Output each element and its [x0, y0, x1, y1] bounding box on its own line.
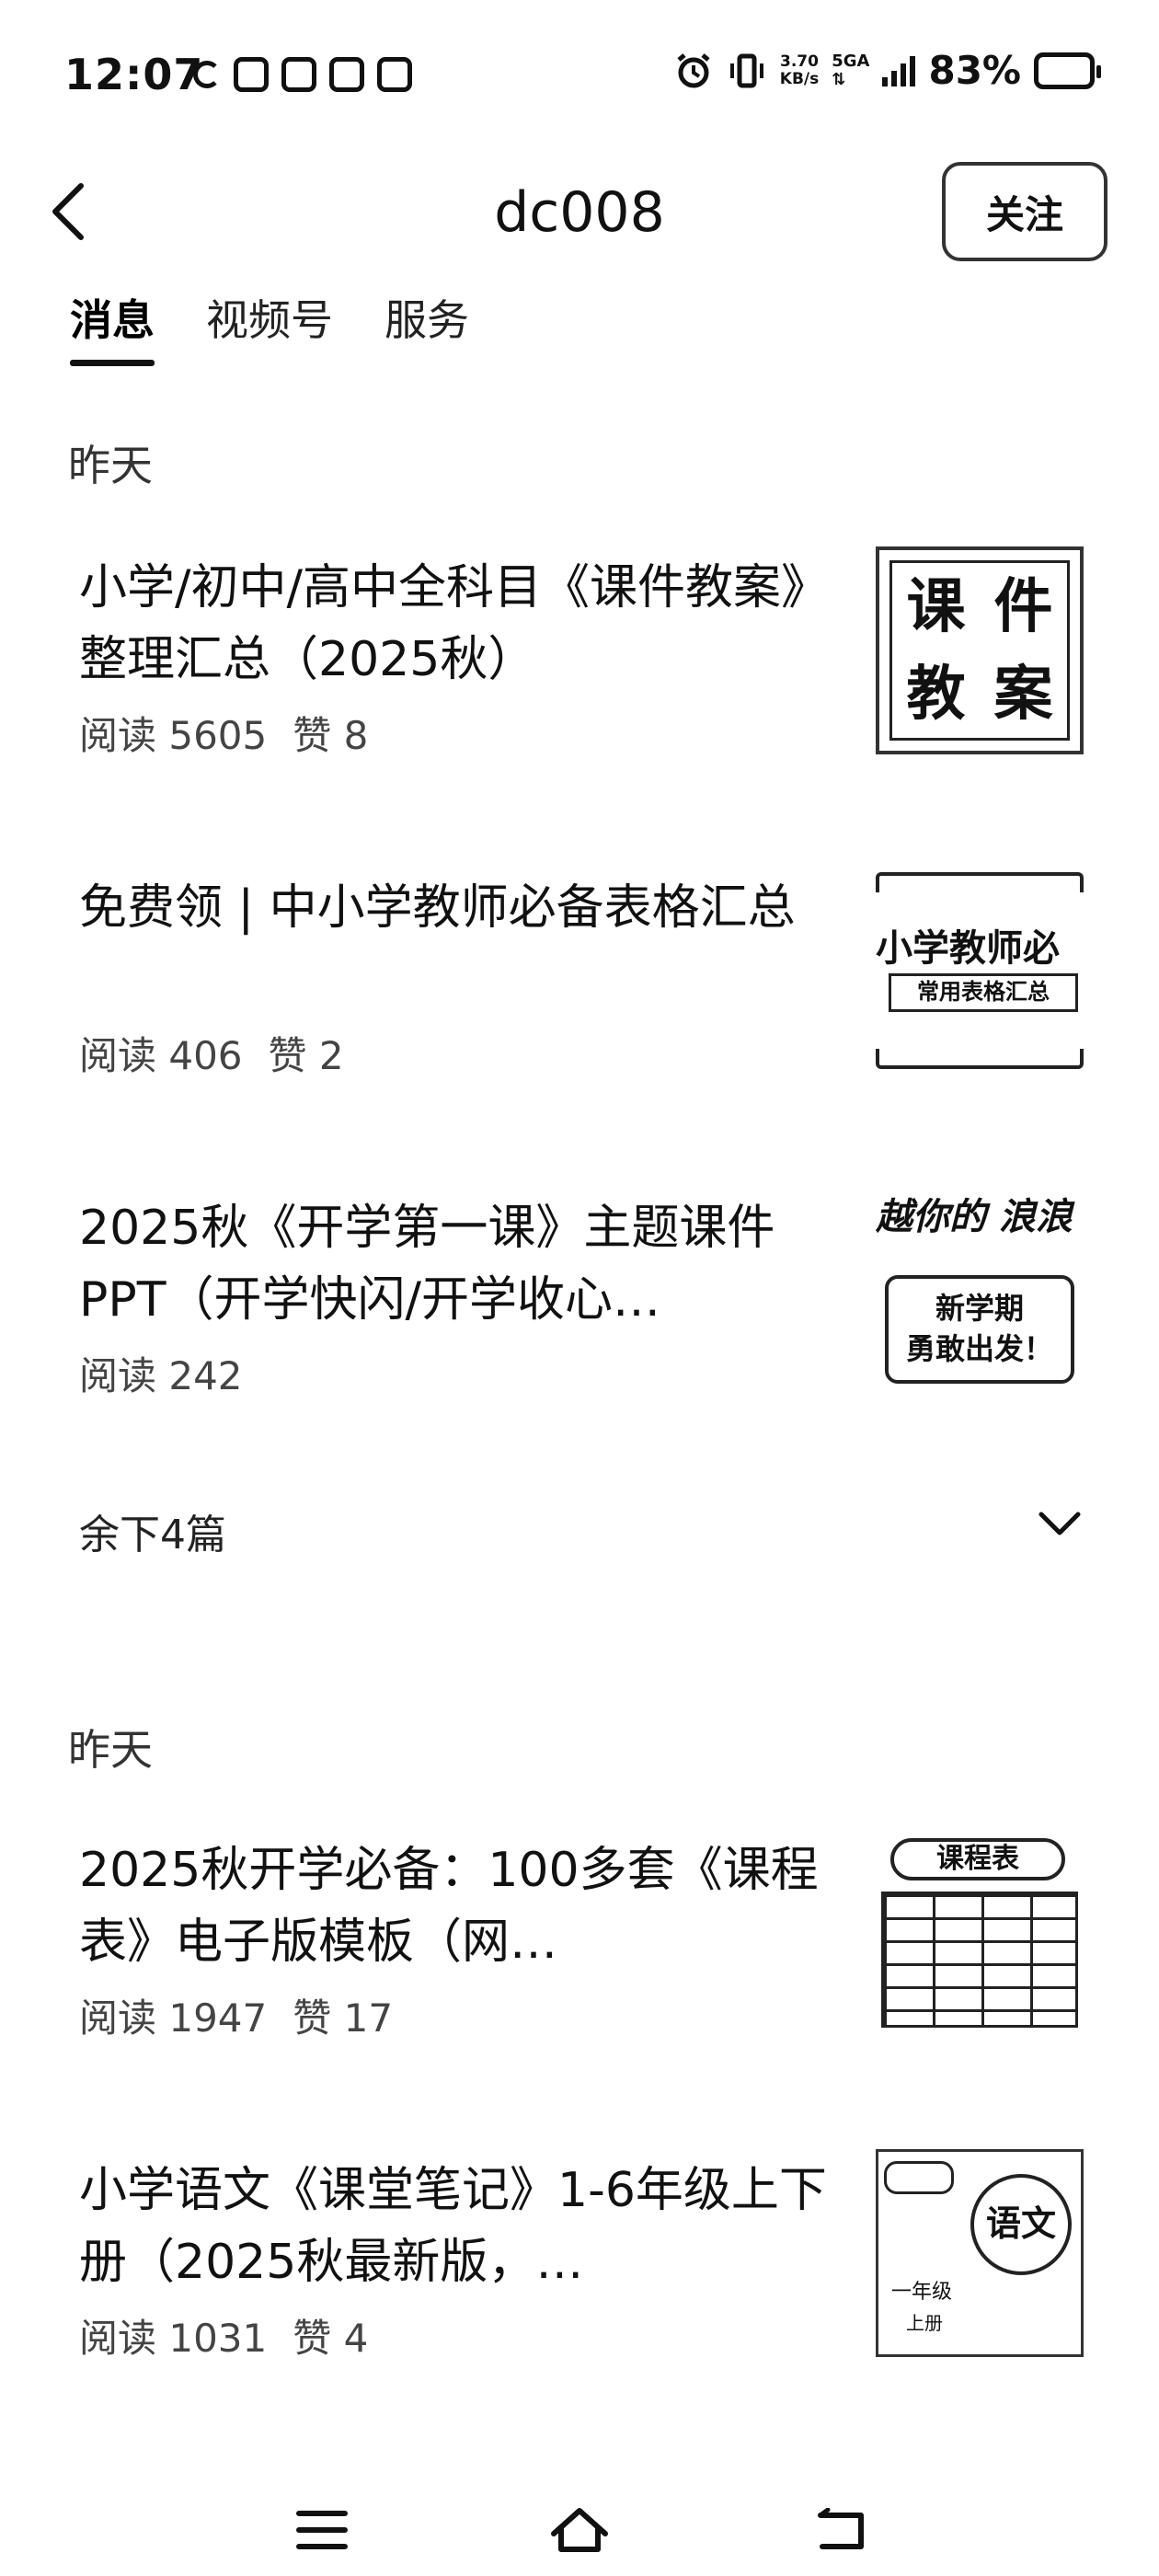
- like-count: 赞 8: [293, 713, 369, 758]
- article-stats: 阅读 406 赞 2: [79, 1025, 344, 1081]
- back-button[interactable]: [40, 175, 96, 248]
- tab-bar: 消息 视频号 服务: [70, 287, 469, 366]
- thumb-decor: [876, 872, 1084, 892]
- vibrate-icon: [729, 53, 763, 87]
- article-thumbnail: 越你的 浪浪 新学期 勇敢出发！: [876, 1187, 1084, 1395]
- article-thumbnail: 课程表: [876, 1829, 1084, 2037]
- article-thumbnail: 语文 一年级 上册: [876, 2149, 1084, 2357]
- tab-services[interactable]: 服务: [384, 287, 469, 366]
- thumb-char: 课: [906, 571, 966, 641]
- read-count: 阅读 406: [79, 1033, 243, 1078]
- chevron-down-icon: [1039, 1512, 1081, 1535]
- page-title: dc008: [494, 180, 665, 245]
- network-type: 5GA ⇅: [832, 52, 869, 89]
- tab-messages[interactable]: 消息: [70, 287, 155, 366]
- thumb-text: 一年级: [891, 2281, 953, 2304]
- speed-value: 3.70: [780, 52, 819, 71]
- thumb-decor: [884, 2161, 954, 2194]
- thumb-table-grid: [881, 1892, 1078, 2028]
- status-right: 3.70 KB/s 5GA ⇅ 83%: [673, 48, 1101, 93]
- app-notification-icon: [234, 57, 269, 92]
- article-item[interactable]: 小学语文《课堂笔记》1-6年级上下册（2025秋最新版，… 阅读 1031 赞 …: [79, 2149, 1091, 2366]
- thumb-text: 上册: [906, 2312, 943, 2334]
- status-bar: 12:07 3.70 KB/s 5GA ⇅ 83%: [0, 0, 1159, 156]
- read-count: 阅读 1031: [79, 2316, 268, 2361]
- home-icon: [551, 2508, 608, 2552]
- recent-back-button[interactable]: [795, 2484, 887, 2576]
- article-stats: 阅读 5605 赞 8: [79, 705, 368, 761]
- date-label: 昨天: [68, 441, 153, 490]
- thumb-text: 新学期: [935, 1291, 1024, 1326]
- date-label: 昨天: [68, 1725, 153, 1775]
- article-item[interactable]: 2025秋《开学第一课》主题课件PPT（开学快闪/开学收心… 阅读 242 越你…: [79, 1187, 1091, 1404]
- sync-icon: [193, 61, 221, 88]
- article-title: 小学/初中/高中全科目《课件教案》整理汇总（2025秋）: [79, 560, 830, 687]
- article-item[interactable]: 免费领 | 中小学教师必备表格汇总 阅读 406 赞 2 小学教师必 常用表格汇…: [79, 867, 1091, 1084]
- tab-channels[interactable]: 视频号: [206, 287, 333, 366]
- menu-button[interactable]: [276, 2484, 368, 2576]
- notification-icons: [193, 57, 412, 92]
- menu-icon: [296, 2511, 348, 2549]
- signal-icon: [882, 55, 916, 86]
- thumb-banner: 新学期 勇敢出发！: [885, 1275, 1074, 1384]
- thumb-decor: [876, 1049, 1084, 1069]
- article-item[interactable]: 小学/初中/高中全科目《课件教案》整理汇总（2025秋） 阅读 5605 赞 8…: [79, 546, 1091, 764]
- thumb-text: 越你的 浪浪: [876, 1196, 1073, 1238]
- article-title: 小学语文《课堂笔记》1-6年级上下册（2025秋最新版，…: [79, 2163, 827, 2290]
- expand-more-row[interactable]: 余下4篇: [79, 1501, 1082, 1566]
- home-button[interactable]: [534, 2484, 625, 2576]
- system-nav-bar: [0, 2484, 1159, 2576]
- thumb-char: 教: [906, 659, 966, 729]
- like-count: 赞 17: [293, 1995, 394, 2041]
- read-count: 阅读 5605: [79, 713, 268, 758]
- thumbnail-art: 课 件 教 案: [889, 560, 1070, 741]
- data-arrows-icon: ⇅: [832, 69, 846, 89]
- thumb-char: 件: [993, 571, 1053, 641]
- thumb-char: 案: [993, 659, 1053, 729]
- thumb-text: 常用表格汇总: [889, 973, 1078, 1012]
- back-gesture-icon: [818, 2508, 864, 2549]
- article-title: 免费领 | 中小学教师必备表格汇总: [79, 880, 796, 936]
- app-notification-icon: [377, 57, 412, 92]
- article-stats: 阅读 1031 赞 4: [79, 2307, 368, 2363]
- thumb-text: 勇敢出发！: [905, 1331, 1053, 1366]
- alarm-icon: [677, 52, 710, 87]
- follow-button[interactable]: 关注: [942, 162, 1107, 261]
- article-stats: 阅读 242: [79, 1345, 243, 1401]
- like-count: 赞 4: [293, 2316, 369, 2361]
- like-count: 赞 2: [268, 1033, 344, 1078]
- more-label: 余下4篇: [79, 1512, 226, 1558]
- speed-unit: KB/s: [779, 69, 820, 88]
- network-label: 5GA: [832, 51, 870, 71]
- app-notification-icon: [329, 57, 364, 92]
- article-title: 2025秋开学必备：100多套《课程表》电子版模板（网…: [79, 1843, 819, 1970]
- read-count: 阅读 1947: [79, 1995, 268, 2041]
- network-speed: 3.70 KB/s: [779, 52, 820, 88]
- article-title: 2025秋《开学第一课》主题课件PPT（开学快闪/开学收心…: [79, 1201, 775, 1328]
- thumb-text: 语文: [970, 2174, 1072, 2275]
- battery-icon: [1034, 52, 1101, 89]
- app-notification-icon: [281, 57, 316, 92]
- article-thumbnail: 课 件 教 案: [876, 546, 1084, 754]
- status-time: 12:07: [64, 50, 204, 99]
- article-item[interactable]: 2025秋开学必备：100多套《课程表》电子版模板（网… 阅读 1947 赞 1…: [79, 1829, 1091, 2046]
- thumb-text: 小学教师必: [876, 927, 1060, 970]
- battery-percent: 83%: [928, 48, 1021, 93]
- article-thumbnail: 小学教师必 常用表格汇总: [876, 867, 1084, 1075]
- read-count: 阅读 242: [79, 1353, 243, 1398]
- chevron-left-icon: [52, 183, 84, 240]
- article-stats: 阅读 1947 赞 17: [79, 1987, 393, 2043]
- thumb-text: 课程表: [890, 1838, 1065, 1880]
